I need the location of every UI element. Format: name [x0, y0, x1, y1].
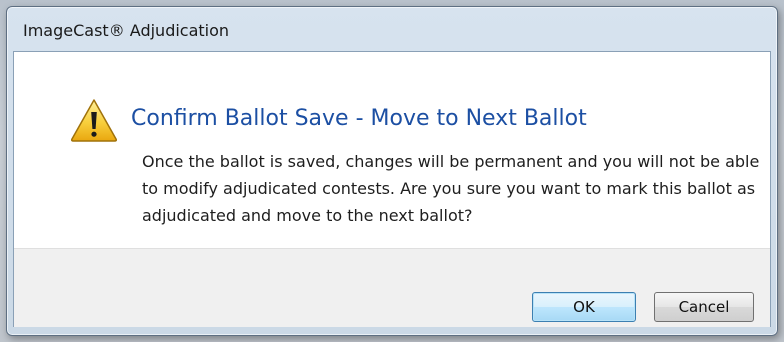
dialog-heading: Confirm Ballot Save - Move to Next Ballo…: [131, 106, 587, 131]
ok-button[interactable]: OK: [532, 292, 636, 322]
confirm-dialog: ImageCast® Adjudication Confirm Ballot S…: [6, 6, 778, 336]
dialog-body: Confirm Ballot Save - Move to Next Ballo…: [13, 51, 771, 327]
cancel-button[interactable]: Cancel: [654, 292, 754, 322]
dialog-message: Once the ballot is saved, changes will b…: [142, 152, 760, 225]
window-title: ImageCast® Adjudication: [23, 21, 230, 40]
warning-icon: [70, 99, 118, 142]
button-bar: OK Cancel: [14, 248, 770, 327]
message-area: Confirm Ballot Save - Move to Next Ballo…: [14, 52, 770, 248]
title-bar[interactable]: ImageCast® Adjudication: [7, 7, 777, 51]
